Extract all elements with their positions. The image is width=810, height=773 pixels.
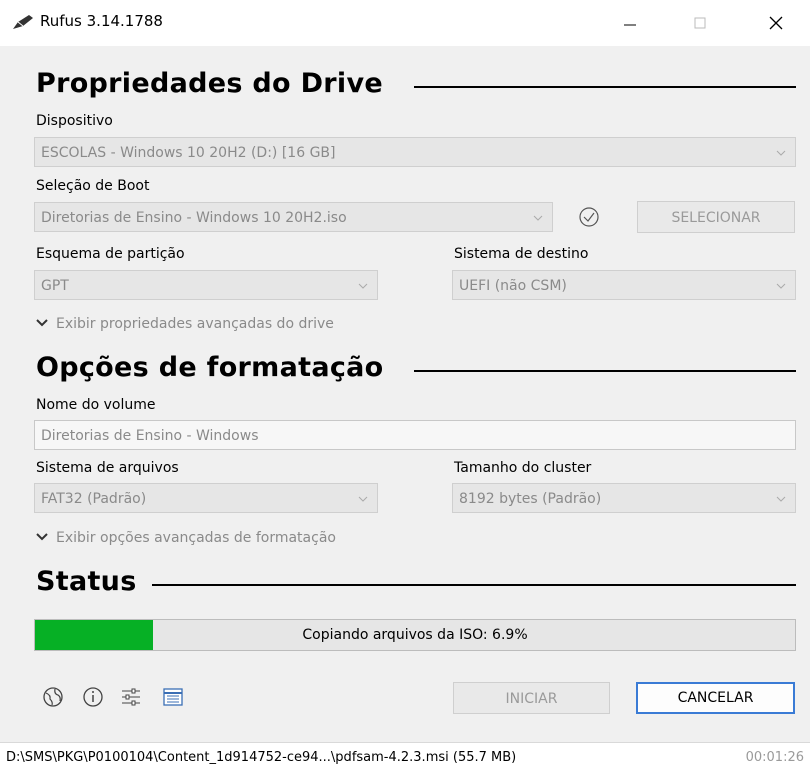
- checksum-icon[interactable]: [577, 205, 601, 229]
- usb-drive-icon: [12, 14, 34, 34]
- chevron-down-icon: [357, 271, 369, 312]
- chevron-down-icon: [775, 138, 787, 179]
- target-system-value: UEFI (não CSM): [459, 278, 567, 294]
- status-bar: D:\SMS\PKG\P0100104\Content_1d914752-ce9…: [0, 742, 810, 773]
- format-options-heading: Opções de formatação: [36, 352, 384, 383]
- maximize-button[interactable]: [680, 8, 720, 38]
- cluster-size-value: 8192 bytes (Padrão): [459, 491, 602, 507]
- drive-heading-rule: [414, 86, 796, 88]
- cluster-size-select[interactable]: 8192 bytes (Padrão): [452, 483, 796, 513]
- start-button[interactable]: INICIAR: [453, 682, 610, 714]
- title-bar: Rufus 3.14.1788: [0, 0, 810, 46]
- chevron-down-icon: [357, 484, 369, 525]
- partition-scheme-value: GPT: [41, 278, 69, 294]
- window-title: Rufus 3.14.1788: [40, 12, 163, 30]
- volume-label-value: Diretorias de Ensino - Windows: [41, 428, 259, 444]
- chevron-down-icon: [775, 271, 787, 312]
- status-heading: Status: [36, 566, 137, 597]
- advanced-format-toggle[interactable]: Exibir opções avançadas de formatação: [36, 530, 336, 546]
- progress-text: Copiando arquivos da ISO: 6.9%: [302, 627, 528, 643]
- volume-label-input[interactable]: Diretorias de Ensino - Windows: [34, 420, 796, 450]
- target-system-select[interactable]: UEFI (não CSM): [452, 270, 796, 300]
- advanced-format-toggle-label: Exibir opções avançadas de formatação: [56, 530, 336, 546]
- chevron-down-icon: [36, 530, 48, 546]
- minimize-button[interactable]: [610, 8, 650, 38]
- device-select-value: ESCOLAS - Windows 10 20H2 (D:) [16 GB]: [41, 145, 336, 161]
- elapsed-time: 00:01:26: [745, 750, 804, 765]
- status-heading-rule: [152, 584, 796, 586]
- file-system-select[interactable]: FAT32 (Padrão): [34, 483, 378, 513]
- advanced-drive-toggle[interactable]: Exibir propriedades avançadas do drive: [36, 316, 334, 332]
- chevron-down-icon: [775, 484, 787, 525]
- globe-icon[interactable]: [40, 684, 66, 710]
- drive-properties-heading: Propriedades do Drive: [36, 68, 383, 99]
- advanced-drive-toggle-label: Exibir propriedades avançadas do drive: [56, 316, 334, 332]
- partition-scheme-select[interactable]: GPT: [34, 270, 378, 300]
- status-path: D:\SMS\PKG\P0100104\Content_1d914752-ce9…: [6, 750, 517, 765]
- file-system-value: FAT32 (Padrão): [41, 491, 147, 507]
- boot-select[interactable]: Diretorias de Ensino - Windows 10 20H2.i…: [34, 202, 553, 232]
- chevron-down-icon: [532, 203, 544, 244]
- cluster-size-label: Tamanho do cluster: [454, 460, 592, 476]
- chevron-down-icon: [36, 316, 48, 332]
- target-system-label: Sistema de destino: [454, 246, 589, 262]
- info-icon[interactable]: [80, 684, 106, 710]
- boot-select-value: Diretorias de Ensino - Windows 10 20H2.i…: [41, 210, 347, 226]
- boot-selection-label: Seleção de Boot: [36, 178, 150, 194]
- select-button[interactable]: SELECIONAR: [637, 201, 795, 233]
- close-button[interactable]: [756, 8, 796, 38]
- file-system-label: Sistema de arquivos: [36, 460, 179, 476]
- format-heading-rule: [414, 370, 796, 372]
- settings-icon[interactable]: [118, 684, 144, 710]
- partition-scheme-label: Esquema de partição: [36, 246, 185, 262]
- device-select[interactable]: ESCOLAS - Windows 10 20H2 (D:) [16 GB]: [34, 137, 796, 167]
- progress-bar: Copiando arquivos da ISO: 6.9%: [34, 619, 796, 651]
- log-icon[interactable]: [160, 684, 186, 710]
- device-label: Dispositivo: [36, 113, 113, 129]
- volume-label-label: Nome do volume: [36, 397, 156, 413]
- cancel-button[interactable]: CANCELAR: [636, 682, 795, 714]
